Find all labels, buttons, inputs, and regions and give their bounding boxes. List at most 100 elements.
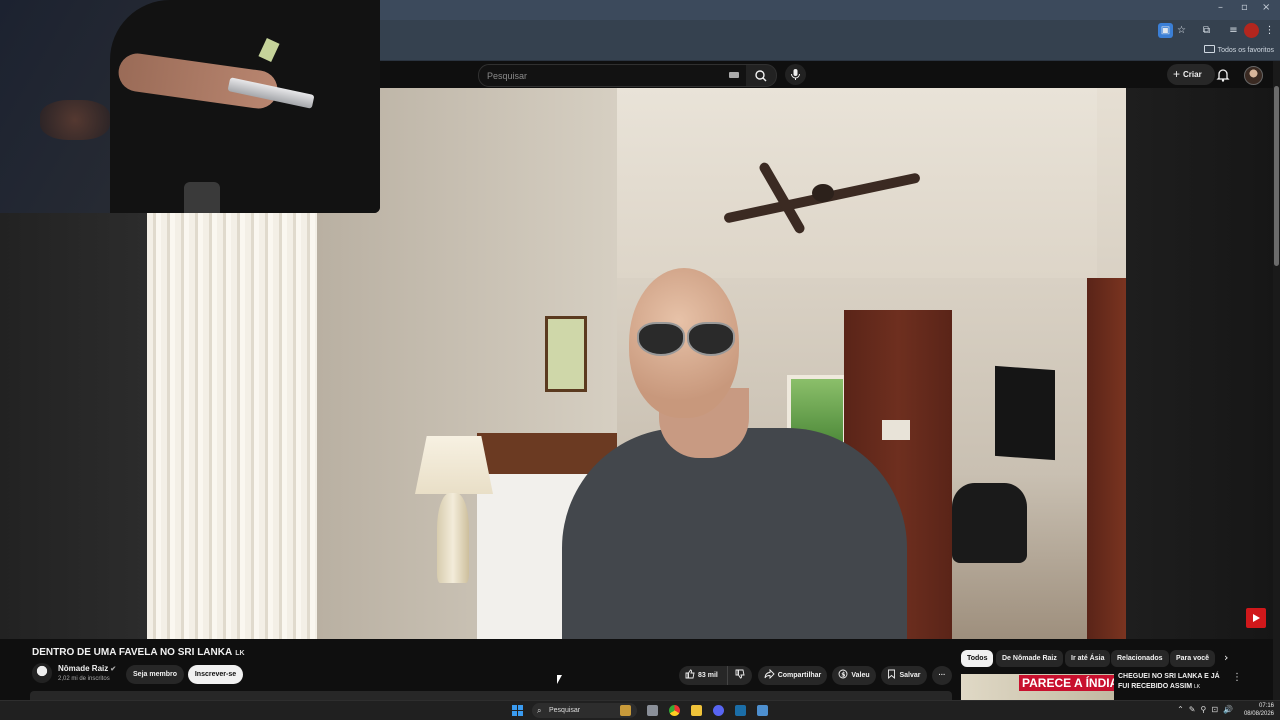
all-favorites-folder[interactable]: Todos os favoritos: [1203, 45, 1274, 54]
star-icon[interactable]: ☆: [1174, 23, 1189, 38]
create-label: Criar: [1183, 70, 1202, 79]
chevron-right-icon[interactable]: ›: [1224, 651, 1228, 664]
thumbs-down-icon: [735, 669, 745, 679]
save-label: Salvar: [899, 672, 921, 679]
chip-from-channel[interactable]: De Nômade Raiz: [996, 650, 1063, 667]
thumbs-up-icon: [685, 669, 695, 679]
plus-icon: +: [1173, 67, 1181, 81]
super-thanks-icon: $: [838, 669, 848, 679]
close-icon[interactable]: ×: [1262, 2, 1270, 13]
search-button[interactable]: [746, 64, 777, 87]
scene-sunglasses-right: [687, 322, 735, 356]
app-icon[interactable]: [757, 705, 768, 716]
scene-right-door: [1087, 278, 1126, 639]
search-input[interactable]: [485, 67, 719, 85]
webcam-background-object: [40, 100, 110, 140]
flag-text: LK: [1193, 684, 1201, 690]
share-icon: [764, 668, 775, 680]
extensions-icon[interactable]: ⧉: [1199, 23, 1214, 38]
notifications-bell-icon[interactable]: [1216, 67, 1230, 82]
recommended-title-text: CHEGUEI NO SRI LANKA E JÁ FUI RECEBIDO A…: [1118, 673, 1220, 690]
save-button[interactable]: Salvar: [881, 666, 927, 685]
scene-person-shirt: [562, 428, 907, 639]
mouse-cursor: [557, 675, 562, 684]
windows-taskbar: ⌕ Pesquisar ⌃✎⚲⊡🔊 07:16 08/08/2026: [0, 700, 1280, 720]
chip-for-you[interactable]: Para você: [1170, 650, 1216, 667]
system-tray-icons[interactable]: ⌃✎⚲⊡🔊: [1177, 705, 1238, 714]
thanks-label: Valeu: [851, 672, 870, 679]
recommended-thumbnail[interactable]: PARECE A ÍNDIA: [961, 674, 1114, 700]
video-info: DENTRO DE UMA FAVELA NO SRI LANKA LK Nôma…: [0, 639, 1280, 700]
subscriber-count: 2,02 mi de inscritos: [58, 676, 110, 682]
scene-door-sign: [882, 420, 910, 440]
recommended-title[interactable]: CHEGUEI NO SRI LANKA E JÁ FUI RECEBIDO A…: [1118, 672, 1228, 692]
page-scrollbar[interactable]: [1273, 61, 1280, 700]
minimize-icon[interactable]: –: [1218, 2, 1223, 13]
chip-related[interactable]: Relacionados: [1111, 650, 1169, 667]
channel-name-text: Nômade Raiz: [58, 664, 109, 673]
scene-tv: [995, 365, 1055, 461]
svg-text:$: $: [842, 671, 846, 678]
dislike-button[interactable]: [727, 666, 752, 685]
scene-curtain: [147, 208, 317, 639]
youtube-watermark-icon[interactable]: [1246, 608, 1266, 628]
webcam-overlay: [0, 0, 380, 213]
windows-start-icon[interactable]: [512, 705, 523, 716]
like-button[interactable]: 83 mil: [679, 666, 733, 685]
chrome-icon[interactable]: [669, 705, 680, 716]
taskbar-search-label: Pesquisar: [549, 707, 581, 714]
chip-all[interactable]: Todos: [961, 650, 994, 667]
taskbar-clock[interactable]: 07:16 08/08/2026: [1244, 702, 1274, 720]
media-control-icon[interactable]: ≡: [1226, 23, 1241, 38]
scene-sunglasses-left: [637, 322, 685, 356]
task-view-icon[interactable]: [647, 705, 658, 716]
description-box-edge: [30, 691, 952, 700]
kebab-menu-icon[interactable]: ⋮: [1232, 672, 1242, 683]
create-button[interactable]: + Criar: [1167, 64, 1215, 85]
account-avatar[interactable]: [1244, 66, 1263, 85]
webcam-chair: [184, 182, 220, 213]
share-label: Compartilhar: [777, 672, 822, 679]
video-title: DENTRO DE UMA FAVELA NO SRI LANKA LK: [32, 647, 245, 658]
search-box[interactable]: [478, 64, 748, 87]
share-button[interactable]: Compartilhar: [758, 666, 827, 685]
steam-icon[interactable]: [735, 705, 746, 716]
channel-avatar[interactable]: [32, 663, 52, 683]
bookmark-icon: [888, 669, 896, 679]
chip-asia[interactable]: Ir até Ásia: [1065, 650, 1111, 667]
folder-icon: [1203, 45, 1215, 53]
translate-icon[interactable]: ▣: [1158, 23, 1173, 38]
channel-name[interactable]: Nômade Raiz ✔: [58, 664, 116, 673]
all-favorites-label: Todos os favoritos: [1217, 47, 1274, 54]
flag-text: LK: [235, 650, 245, 657]
join-button[interactable]: Seja membro: [126, 665, 184, 684]
voice-search-button[interactable]: [785, 64, 806, 85]
more-actions-button[interactable]: ···: [932, 666, 952, 685]
file-explorer-icon[interactable]: [691, 705, 702, 716]
scene-lamp-shade: [415, 436, 493, 494]
like-count: 83 mil: [698, 672, 718, 679]
thanks-button[interactable]: $ Valeu: [832, 666, 876, 685]
kebab-menu-icon[interactable]: ⋮: [1262, 23, 1277, 38]
profile-icon[interactable]: [1244, 23, 1259, 38]
maximize-icon[interactable]: ▫: [1241, 2, 1248, 13]
search-highlight-icon[interactable]: [620, 705, 631, 716]
scene-bag: [952, 483, 1027, 563]
search-icon: [755, 70, 767, 82]
verified-check-icon: ✔: [110, 666, 117, 673]
thumbnail-text: PARECE A ÍNDIA: [1019, 675, 1114, 691]
scene-fan-hub: [812, 184, 834, 202]
keyboard-icon[interactable]: [729, 72, 739, 78]
scene-lamp-base: [437, 493, 469, 583]
discord-icon[interactable]: [713, 705, 724, 716]
microphone-icon: [791, 69, 800, 80]
scrollbar-thumb[interactable]: [1274, 86, 1279, 266]
ellipsis-icon: ···: [938, 672, 946, 679]
clock-time: 07:16: [1258, 703, 1274, 709]
scene-wall-picture: [545, 316, 587, 392]
search-icon: ⌕: [537, 706, 542, 715]
subscribe-button[interactable]: Inscrever-se: [188, 665, 243, 684]
clock-date: 08/08/2026: [1243, 711, 1274, 717]
player-letterbox-right: [1126, 88, 1280, 639]
video-title-text: DENTRO DE UMA FAVELA NO SRI LANKA: [32, 647, 233, 658]
